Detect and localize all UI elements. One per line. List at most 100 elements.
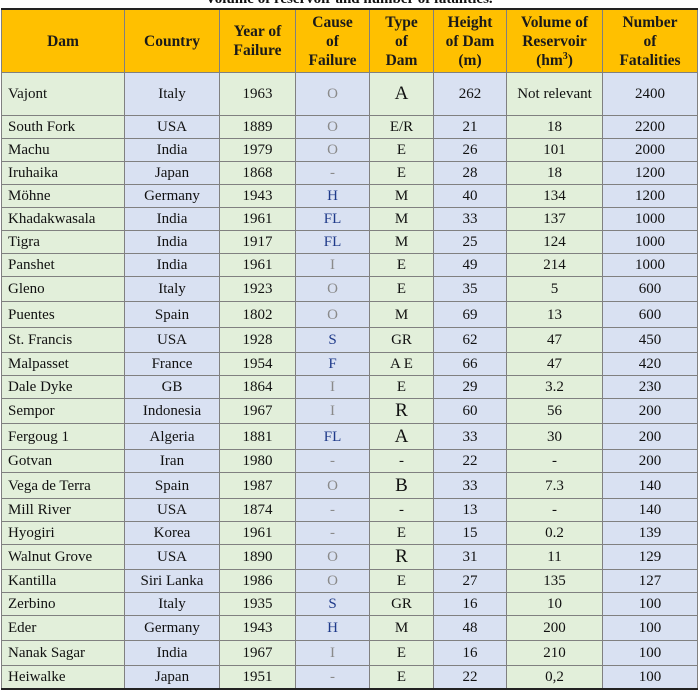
cell-height: 22	[433, 665, 507, 690]
cell-type: E/R	[369, 115, 434, 139]
table-row: Gleno Italy 1923 O E 35 5 600	[1, 276, 698, 302]
cell-dam: Gotvan	[1, 449, 125, 473]
table-row: Sempor Indonesia 1967 I R 60 56 200	[1, 398, 698, 424]
cell-cause: FL	[295, 423, 370, 450]
cell-cause: -	[295, 521, 370, 545]
table-row: Eder Germany 1943 H M 48 200 100	[1, 615, 698, 641]
cell-country: USA	[124, 327, 220, 353]
cell-country: India	[124, 253, 220, 277]
table-row: Mill River USA 1874- -13-140	[1, 498, 698, 522]
header-year: Year of Failure	[219, 8, 296, 73]
cell-cause: O	[295, 472, 370, 499]
cell-fatalities: 420	[602, 352, 698, 376]
cell-volume: 30	[506, 423, 603, 450]
cell-country: India	[124, 640, 220, 666]
cell-year: 1986	[219, 569, 296, 593]
cell-height: 16	[433, 640, 507, 666]
cell-type: M	[369, 230, 434, 254]
header-type-line3: Dam	[385, 51, 418, 69]
cell-dam: Nanak Sagar	[1, 640, 125, 666]
cell-country: Spain	[124, 301, 220, 328]
cell-volume: 210	[506, 640, 603, 666]
cell-country: Iran	[124, 449, 220, 473]
cell-year: 1963	[219, 72, 296, 116]
cell-height: 16	[433, 592, 507, 616]
header-height-line1: Height	[447, 13, 493, 31]
table-row: Dale Dyke GB 1864 I E 29 3.2 230	[1, 375, 698, 399]
header-type-line1: Type	[385, 13, 418, 31]
cell-dam: Fergoug 1	[1, 423, 125, 450]
cell-country: GB	[124, 375, 220, 399]
header-year-line1: Year of	[233, 23, 282, 40]
cell-year: 1979	[219, 138, 296, 162]
cell-year: 1961	[219, 253, 296, 277]
cell-dam: Machu	[1, 138, 125, 162]
cell-volume: 47	[506, 352, 603, 376]
cell-dam: Vega de Terra	[1, 472, 125, 499]
cell-volume: 7.3	[506, 472, 603, 499]
cell-year: 1967	[219, 398, 296, 424]
cell-cause: F	[295, 352, 370, 376]
cell-cause: O	[295, 138, 370, 162]
cell-height: 33	[433, 472, 507, 499]
cell-type: A E	[369, 352, 434, 376]
cell-country: Italy	[124, 276, 220, 302]
cell-volume: -	[506, 449, 603, 473]
cell-height: 22	[433, 449, 507, 473]
header-volume-line2: Reservoir	[522, 32, 587, 50]
cell-year: 1967	[219, 640, 296, 666]
cell-cause: H	[295, 615, 370, 641]
cell-type: A	[369, 72, 434, 116]
cell-country: Indonesia	[124, 398, 220, 424]
cell-volume: 124	[506, 230, 603, 254]
cell-height: 40	[433, 184, 507, 208]
cell-cause: -	[295, 161, 370, 185]
cell-country: India	[124, 207, 220, 231]
cell-dam: Iruhaika	[1, 161, 125, 185]
cell-fatalities: 200	[602, 423, 698, 450]
cell-height: 66	[433, 352, 507, 376]
header-cause-line1: Cause	[312, 13, 353, 31]
cell-dam: Puentes	[1, 301, 125, 328]
cell-type: A	[369, 423, 434, 450]
cell-fatalities: 2200	[602, 115, 698, 139]
cell-year: 1961	[219, 521, 296, 545]
table-row: Panshet India 1961 I E 49 214 1000	[1, 253, 698, 277]
header-dam: Dam	[1, 8, 125, 73]
cell-height: 48	[433, 615, 507, 641]
header-height-line3: (m)	[458, 51, 482, 69]
cell-dam: Sempor	[1, 398, 125, 424]
cell-cause: H	[295, 184, 370, 208]
cell-cause: FL	[295, 230, 370, 254]
cell-fatalities: 1000	[602, 207, 698, 231]
cell-country: Italy	[124, 72, 220, 116]
cell-type: B	[369, 472, 434, 499]
cell-country: Italy	[124, 592, 220, 616]
cell-cause: -	[295, 498, 370, 522]
cell-dam: Möhne	[1, 184, 125, 208]
cell-dam: Tigra	[1, 230, 125, 254]
cell-type: R	[369, 544, 434, 570]
table-row: Nanak Sagar India 1967 I E 16 210 100	[1, 640, 698, 666]
table-row: South Fork USA 1889 O E/R 21 18 2200	[1, 115, 698, 139]
cell-volume: 200	[506, 615, 603, 641]
cell-fatalities: 1000	[602, 253, 698, 277]
cell-cause: I	[295, 253, 370, 277]
cell-volume: Not relevant	[506, 72, 603, 116]
cell-fatalities: 139	[602, 521, 698, 545]
cell-year: 1943	[219, 184, 296, 208]
cell-volume: 135	[506, 569, 603, 593]
header-volume-unit: (hm	[536, 51, 563, 69]
cell-height: 31	[433, 544, 507, 570]
cell-dam: St. Francis	[1, 327, 125, 353]
cell-dam: Zerbino	[1, 592, 125, 616]
cell-height: 13	[433, 498, 507, 522]
cell-height: 29	[433, 375, 507, 399]
cell-volume: 13	[506, 301, 603, 328]
cell-country: India	[124, 138, 220, 162]
cell-type: M	[369, 207, 434, 231]
cell-cause: S	[295, 327, 370, 353]
table-row: Zerbino Italy 1935 S GR 16 10 100	[1, 592, 698, 616]
table-row: Hyogiri Korea 1961- E 15 0.2 139	[1, 521, 698, 545]
cell-type: GR	[369, 327, 434, 353]
